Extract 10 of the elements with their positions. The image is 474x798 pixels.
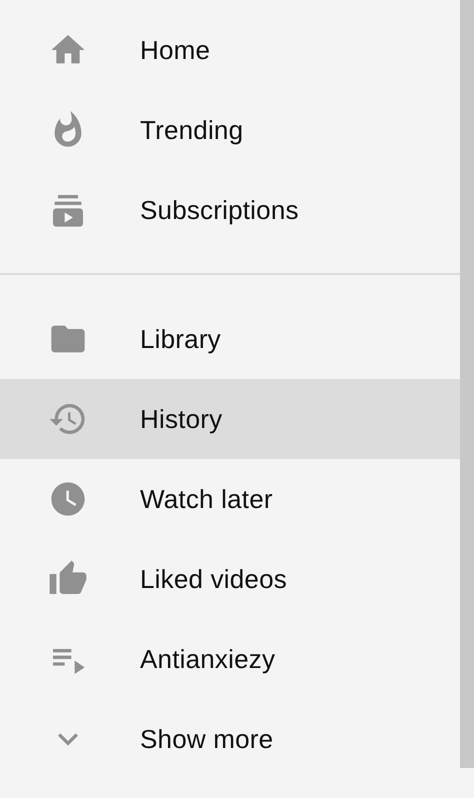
sidebar-item[interactable]: Home xyxy=(0,10,460,90)
scrollbar[interactable] xyxy=(460,0,474,768)
sidebar-item[interactable]: Antianxiezy xyxy=(0,619,460,699)
sidebar-item[interactable]: Watch later xyxy=(0,459,460,539)
sidebar-item[interactable]: Trending xyxy=(0,90,460,170)
sidebar-item[interactable]: Subscriptions xyxy=(0,170,460,250)
sidebar-item[interactable]: Liked videos xyxy=(0,539,460,619)
sidebar-item[interactable]: Show more xyxy=(0,699,460,779)
sidebar-item[interactable]: Library xyxy=(0,299,460,379)
sidebar-item[interactable]: History xyxy=(0,379,460,459)
